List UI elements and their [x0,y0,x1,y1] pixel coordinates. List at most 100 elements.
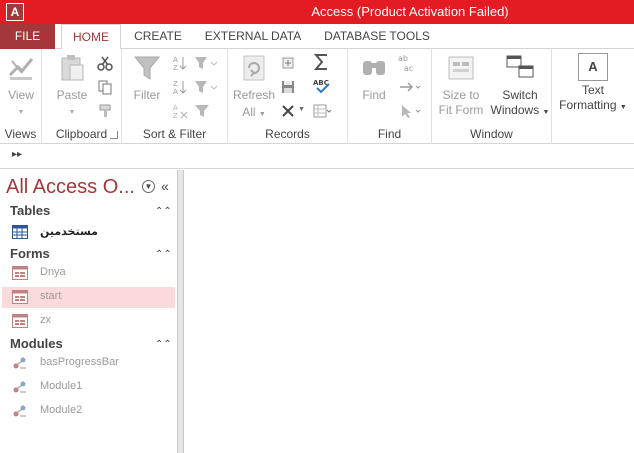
text-formatting-icon: A [578,53,608,81]
save-record-icon[interactable] [280,79,296,95]
find-group-label: Find [377,127,402,141]
toggle-filter-icon[interactable] [194,103,210,119]
access-app-icon[interactable]: A [6,3,24,21]
document-area [184,170,634,453]
view-dropdown-icon: ▼ [17,109,25,116]
svg-text:A: A [173,56,178,64]
form-icon [12,290,28,304]
more-records-icon[interactable] [312,103,332,119]
go-to-icon[interactable] [398,79,422,95]
paste-button[interactable]: Paste ▼ [52,53,92,117]
filter-button[interactable]: Filter [130,53,164,103]
svg-text:Z: Z [173,112,178,119]
nav-item-label: Dnya [40,266,66,278]
delete-record-icon[interactable] [280,103,296,119]
tab-database-tools[interactable]: DATABASE TOOLS [318,24,436,49]
module-icon [13,381,26,393]
view-label: View [8,88,34,102]
nav-item-form[interactable]: Dnya [2,263,175,284]
paste-dropdown-icon: ▼ [68,109,76,116]
tab-create[interactable]: CREATE [128,24,188,49]
svg-text:A: A [173,104,178,112]
sort-descending-icon[interactable]: Z A [172,79,188,95]
nav-item-form[interactable]: zx [2,311,175,332]
size-to-fit-label-2: Fit Form [438,103,484,117]
modules-collapse-icon[interactable]: ⌃⌃ [155,339,172,350]
svg-text:Z: Z [173,64,178,71]
sort-filter-group-label: Sort & Filter [142,127,207,141]
tab-home[interactable]: HOME [61,24,121,50]
svg-text:ab: ab [398,54,408,63]
cut-icon[interactable] [97,55,113,71]
tab-external-data[interactable]: EXTERNAL DATA [198,24,308,49]
find-group: Find ab ac Find [348,49,432,144]
refresh-icon [243,55,265,81]
clipboard-group: Paste ▼ Clipboard [42,49,122,144]
window-group: Size to Fit Form Switch Windows ▼ Window [432,49,552,144]
svg-text:ac: ac [404,64,413,73]
module-icon [13,405,26,417]
ribbon: View ▼ Views Paste ▼ Clipboard Filter A … [0,49,634,144]
remove-sort-icon[interactable]: A Z [172,103,188,119]
sort-ascending-icon[interactable]: A Z [172,55,188,71]
size-to-fit-label-1: Size to [442,88,480,102]
refresh-all-button[interactable]: Refresh All ▼ [232,53,276,122]
binoculars-icon [363,61,385,75]
nav-collapse-icon[interactable]: « [161,178,169,194]
totals-icon[interactable] [312,53,332,71]
section-modules[interactable]: Modules [10,336,63,351]
switch-label-1: Switch [502,88,538,102]
text-formatting-label-2: Formatting ▼ [559,98,627,112]
nav-item-module[interactable]: basProgressBar [2,353,175,374]
text-formatting-button[interactable]: A Text Formatting ▼ [556,53,630,115]
title-bar: A Access (Product Activation Failed) [0,0,634,24]
view-button[interactable]: View ▼ [4,53,38,117]
switch-label-2: Windows ▼ [490,103,550,117]
section-tables[interactable]: Tables [10,203,50,218]
nav-item-label: مستخدمين [40,226,98,238]
format-painter-icon[interactable] [97,103,113,119]
filter-label: Filter [133,88,161,102]
nav-item-table[interactable]: مستخدمين [2,222,175,243]
nav-pane-title[interactable]: All Access O... [6,176,135,199]
advanced-filter-icon[interactable] [194,79,218,95]
records-group-label: Records [265,127,310,141]
navigation-pane: All Access O... ▼ « Tables ⌃⌃ مستخدمين F… [0,170,178,453]
nav-item-label: zx [40,314,51,326]
spelling-icon[interactable]: ABC [312,77,332,95]
module-icon [13,357,26,369]
ribbon-tab-bar: FILE HOME CREATE EXTERNAL DATA DATABASE … [0,24,634,50]
section-forms[interactable]: Forms [10,246,50,261]
tab-file[interactable]: FILE [0,24,55,49]
nav-item-form[interactable]: start [2,287,175,308]
text-formatting-label-1: Text [581,83,604,97]
window-group-label: Window [470,127,513,141]
table-icon [12,225,28,239]
views-group-label: Views [4,127,37,141]
nav-item-module[interactable]: Module2 [2,401,175,422]
nav-item-label: Module2 [40,404,83,416]
new-record-icon[interactable] [280,55,296,71]
qat-expand-icon[interactable]: ▸▸ [12,149,22,160]
size-to-fit-form-button[interactable]: Size to Fit Form [436,53,486,118]
form-icon [12,266,28,280]
forms-collapse-icon[interactable]: ⌃⌃ [155,249,172,260]
view-icon [8,58,34,80]
find-button[interactable]: Find [356,53,392,103]
sort-filter-group: Filter A Z Z A A Z Sort & Filter [122,49,228,144]
replace-icon[interactable]: ab ac [396,53,418,73]
selection-filter-icon[interactable] [194,55,218,71]
select-icon[interactable] [398,103,422,119]
tables-collapse-icon[interactable]: ⌃⌃ [155,206,172,217]
nav-item-label: basProgressBar [40,356,119,368]
find-label: Find [362,88,386,102]
switch-windows-button[interactable]: Switch Windows ▼ [490,53,550,120]
size-to-fit-icon [448,56,474,80]
window-title: Access (Product Activation Failed) [311,4,509,19]
nav-item-module[interactable]: Module1 [2,377,175,398]
nav-menu-dropdown-icon[interactable]: ▼ [142,180,155,193]
copy-icon[interactable] [97,79,113,95]
paste-icon [61,55,84,81]
delete-dropdown-icon[interactable]: ▼ [298,106,305,113]
clipboard-dialog-launcher[interactable] [110,131,118,139]
